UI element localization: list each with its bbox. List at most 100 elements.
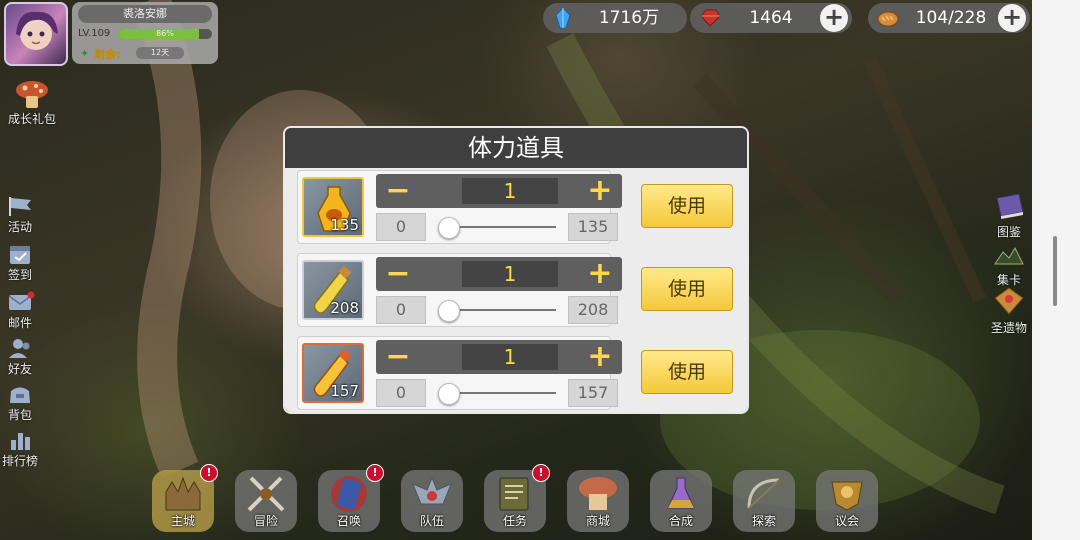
menu-friends[interactable]: 好友 [0, 336, 40, 377]
slider-max: 157 [568, 379, 618, 407]
menu-friends-label: 好友 [7, 362, 32, 376]
decrease-button[interactable]: − [378, 340, 418, 374]
use-button[interactable]: 使用 [641, 267, 733, 311]
growth-pack-label: 成长礼包 [7, 112, 56, 126]
nav-council-label: 议会 [834, 514, 859, 528]
slider-max: 208 [568, 296, 618, 324]
nav-shop[interactable]: 商城 [567, 470, 629, 532]
quantity-stepper: − 1 + [376, 340, 622, 374]
remaining-label: 剩余: [94, 48, 121, 61]
book-icon [996, 193, 1024, 219]
quest-book-icon [499, 477, 529, 511]
menu-codex[interactable]: 图鉴 [982, 192, 1032, 240]
menu-bag-label: 背包 [7, 408, 32, 422]
mail-icon [8, 291, 35, 310]
nav-team-label: 队伍 [419, 514, 444, 528]
menu-activity[interactable]: 活动 [0, 194, 40, 235]
item-slot: 157 [302, 343, 364, 403]
quantity-slider-handle[interactable] [438, 383, 460, 405]
increase-button[interactable]: + [580, 340, 620, 374]
add-gem-button[interactable]: + [820, 4, 848, 32]
exp-bar: 86% [118, 29, 212, 39]
item-row: 208 − 1 + 0 208 [297, 253, 622, 327]
item-count: 157 [330, 382, 359, 400]
nav-quest[interactable]: 任务 ! [484, 464, 550, 532]
quantity-slider-track[interactable] [444, 392, 556, 394]
exp-percent: 86% [156, 29, 174, 38]
bag-icon [10, 387, 30, 403]
nav-explore-label: 探索 [751, 514, 776, 528]
item-row: 135 − 1 + 0 135 [297, 170, 622, 244]
slider-min: 0 [376, 213, 426, 241]
quantity-value[interactable]: 1 [462, 178, 558, 204]
explore-bow-icon [747, 478, 780, 509]
slider-min: 0 [376, 296, 426, 324]
quantity-slider-track[interactable] [444, 226, 556, 228]
nav-quest-badge: ! [532, 464, 550, 482]
nav-synthesis-label: 合成 [668, 514, 693, 528]
player-avatar[interactable] [4, 2, 68, 66]
menu-signin-label: 签到 [7, 268, 32, 282]
council-crest-icon [831, 481, 863, 511]
castle-icon [165, 476, 201, 511]
quantity-slider-handle[interactable] [438, 217, 460, 239]
dialog-body: 135 − 1 + 0 135 使用 208 − 1 + 0 208 使用 15… [285, 168, 747, 412]
gem-value: 1464 [749, 8, 793, 28]
game-viewport: 裘洛安娜 LV.109 86% ✦ 剩余: 12天 1716万 1464 + 1… [0, 0, 1032, 540]
add-stamina-button[interactable]: + [998, 4, 1026, 32]
menu-mail[interactable]: 邮件 [0, 290, 40, 331]
dialog-title: 体力道具 [285, 128, 747, 168]
menu-cards[interactable]: 集卡 [982, 242, 1032, 288]
crystal-value: 1716万 [598, 8, 660, 28]
ranking-icon [11, 433, 30, 450]
shop-icon [579, 477, 617, 510]
nav-shop-label: 商城 [585, 514, 610, 528]
item-slot: 135 [302, 177, 364, 237]
nav-quest-label: 任务 [502, 514, 527, 528]
menu-ranking[interactable]: 排行榜 [0, 428, 40, 469]
resource-gem: 1464 + [690, 3, 852, 33]
avatar-portrait [16, 11, 58, 50]
nav-team[interactable]: 队伍 [401, 470, 463, 532]
menu-relics[interactable]: 圣遗物 [982, 286, 1032, 336]
stamina-items-dialog: 体力道具 135 − 1 + 0 135 使用 208 − 1 + 0 208 … [283, 126, 749, 414]
nav-explore[interactable]: 探索 [733, 470, 795, 532]
scrollbar[interactable] [1053, 236, 1057, 306]
nav-adventure[interactable]: 冒险 [235, 470, 297, 532]
blue-crystal-icon [555, 7, 571, 29]
menu-relics-label: 圣遗物 [990, 321, 1027, 335]
decrease-button[interactable]: − [378, 257, 418, 291]
red-gem-icon [700, 9, 721, 27]
nav-summon-label: 召唤 [336, 514, 361, 528]
profile-panel[interactable]: 裘洛安娜 LV.109 86% ✦ 剩余: 12天 [72, 2, 218, 64]
slider-min: 0 [376, 379, 426, 407]
growth-pack-button[interactable]: 成长礼包 [4, 78, 60, 127]
increase-button[interactable]: + [580, 174, 620, 208]
item-slot: 208 [302, 260, 364, 320]
decrease-button[interactable]: − [378, 174, 418, 208]
increase-button[interactable]: + [580, 257, 620, 291]
cards-icon [994, 246, 1024, 265]
quantity-value[interactable]: 1 [462, 261, 558, 287]
quantity-slider-handle[interactable] [438, 300, 460, 322]
menu-signin[interactable]: 签到 [0, 242, 40, 283]
quantity-slider-track[interactable] [444, 309, 556, 311]
slider-max: 135 [568, 213, 618, 241]
nav-synthesis[interactable]: 合成 [650, 470, 712, 532]
flask-icon [667, 477, 695, 509]
menu-bag[interactable]: 背包 [0, 382, 40, 423]
nav-main-city[interactable]: 主城 ! [152, 464, 218, 532]
bread-icon [877, 11, 899, 27]
quantity-value[interactable]: 1 [462, 344, 558, 370]
use-button[interactable]: 使用 [641, 184, 733, 228]
nav-summon[interactable]: 召唤 ! [318, 464, 384, 532]
resource-crystal[interactable]: 1716万 [543, 3, 687, 33]
menu-mail-label: 邮件 [7, 316, 32, 330]
nav-council[interactable]: 议会 [816, 470, 878, 532]
use-button[interactable]: 使用 [641, 350, 733, 394]
menu-activity-label: 活动 [7, 220, 32, 234]
leaf-icon: ✦ [80, 47, 90, 60]
team-crest-icon [412, 476, 452, 505]
crossed-swords-icon [247, 476, 285, 512]
flag-icon [9, 197, 31, 216]
